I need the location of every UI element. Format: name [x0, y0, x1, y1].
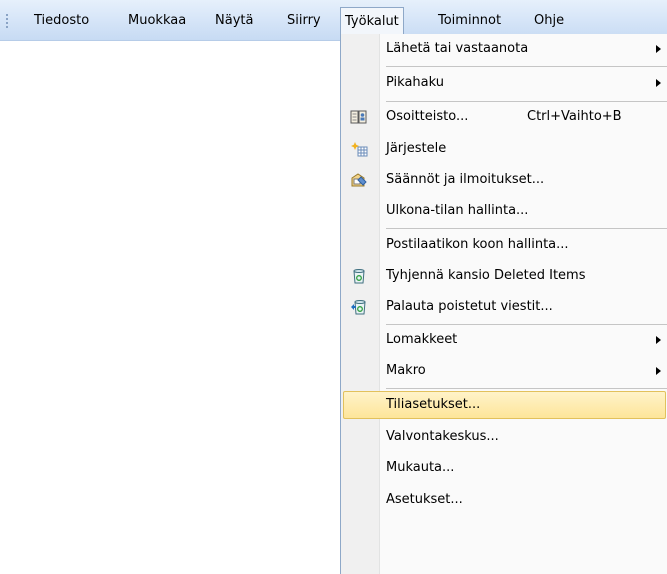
- submenu-arrow-icon: [656, 336, 661, 344]
- recover-deleted-items-icon: [351, 300, 366, 315]
- menu-item-forms[interactable]: Lomakkeet: [341, 325, 667, 355]
- menu-item-shortcut: Ctrl+Vaihto+B: [527, 109, 622, 124]
- menu-item-label: Ulkona-tilan hallinta...: [386, 203, 529, 218]
- menu-item-label: Lomakkeet: [386, 332, 458, 347]
- menu-tyokalut[interactable]: Työkalut: [340, 7, 404, 36]
- menu-item-send-receive[interactable]: Lähetä tai vastaanota: [341, 34, 667, 64]
- submenu-arrow-icon: [656, 79, 661, 87]
- menu-item-label: Postilaatikon koon hallinta...: [386, 237, 569, 252]
- menu-item-label: Palauta poistetut viestit...: [386, 299, 553, 314]
- menu-item-label: Tyhjennä kansio Deleted Items: [386, 268, 586, 283]
- menu-item-label: Järjestele: [386, 141, 447, 156]
- menu-separator: [386, 228, 667, 229]
- tools-dropdown-menu: Lähetä tai vastaanota Pikahaku Osoitteis…: [340, 34, 667, 574]
- menu-toiminnot[interactable]: Toiminnot: [434, 10, 505, 32]
- menu-separator: [386, 388, 667, 389]
- menu-item-instant-search[interactable]: Pikahaku: [341, 68, 667, 98]
- menu-item-out-of-office[interactable]: Ulkona-tilan hallinta...: [341, 196, 667, 226]
- address-book-icon: [350, 110, 367, 124]
- menu-item-label: Mukauta...: [386, 460, 455, 475]
- empty-deleted-items-icon: [353, 269, 365, 284]
- menu-item-options[interactable]: Asetukset...: [341, 485, 667, 515]
- menu-item-organize[interactable]: Järjestele: [341, 134, 667, 164]
- menu-nayta[interactable]: Näytä: [211, 10, 257, 32]
- menu-item-label: Säännöt ja ilmoitukset...: [386, 172, 545, 187]
- menu-muokkaa[interactable]: Muokkaa: [124, 10, 190, 32]
- menu-tiedosto[interactable]: Tiedosto: [30, 10, 93, 32]
- menu-item-label: Osoitteisto...: [386, 109, 469, 124]
- menu-item-recover-deleted-items[interactable]: Palauta poistetut viestit...: [341, 292, 667, 322]
- menu-item-mailbox-cleanup[interactable]: Postilaatikon koon hallinta...: [341, 230, 667, 260]
- menu-item-macro[interactable]: Makro: [341, 356, 667, 386]
- submenu-arrow-icon: [656, 367, 661, 375]
- menu-item-address-book[interactable]: Osoitteisto... Ctrl+Vaihto+B: [341, 102, 667, 132]
- menu-item-account-settings[interactable]: Tiliasetukset...: [341, 390, 667, 420]
- menu-item-trust-center[interactable]: Valvontakeskus...: [341, 422, 667, 452]
- menu-item-customize[interactable]: Mukauta...: [341, 453, 667, 483]
- menu-item-label: Pikahaku: [386, 75, 445, 90]
- menu-item-label: Lähetä tai vastaanota: [386, 41, 529, 56]
- menu-item-label: Makro: [386, 363, 426, 378]
- menu-item-label: Tiliasetukset...: [386, 397, 481, 412]
- organize-icon: [351, 142, 368, 157]
- menu-siirry[interactable]: Siirry: [283, 10, 325, 32]
- submenu-arrow-icon: [656, 45, 661, 53]
- rules-alerts-icon: [351, 173, 367, 187]
- toolbar-grip-handle[interactable]: [6, 14, 9, 28]
- menu-ohje[interactable]: Ohje: [530, 10, 568, 32]
- menu-item-empty-deleted-items[interactable]: Tyhjennä kansio Deleted Items: [341, 261, 667, 291]
- menu-separator: [386, 66, 667, 67]
- menu-item-label: Valvontakeskus...: [386, 429, 499, 444]
- menu-item-label: Asetukset...: [386, 492, 463, 507]
- menu-item-rules-alerts[interactable]: Säännöt ja ilmoitukset...: [341, 165, 667, 195]
